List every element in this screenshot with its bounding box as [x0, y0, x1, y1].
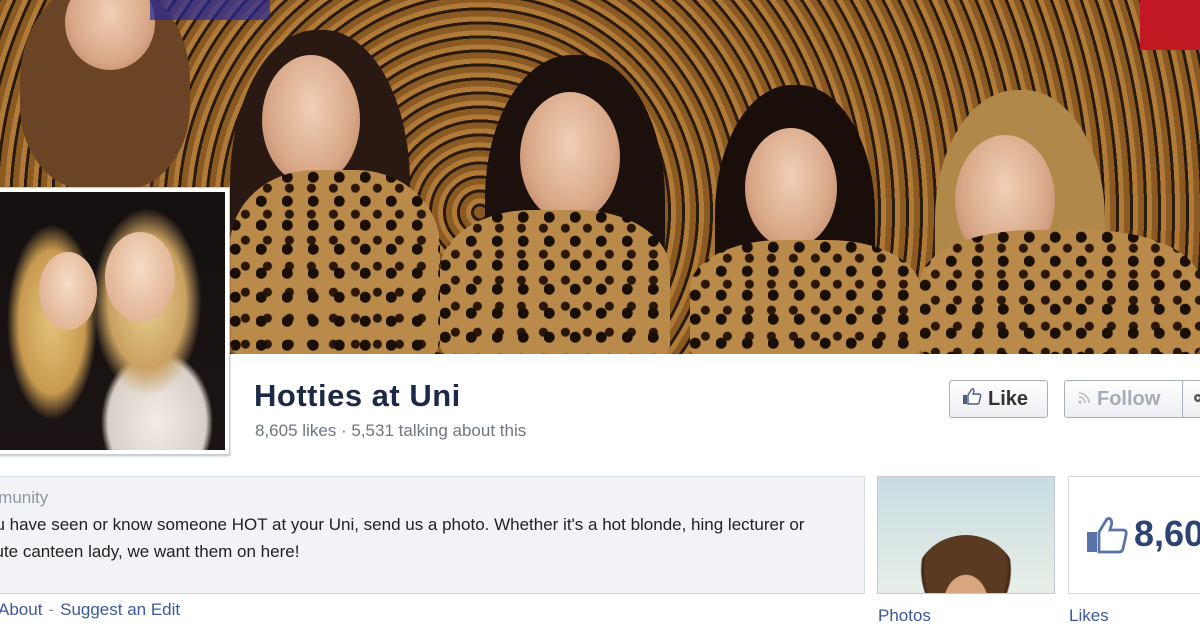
about-link[interactable]: About	[0, 600, 42, 619]
follow-button-label: Follow	[1097, 387, 1161, 410]
likes-count: 8,60	[1134, 513, 1200, 554]
page-title: Hotties at Uni	[254, 378, 461, 413]
about-description: ou have seen or know someone HOT at your…	[0, 515, 805, 561]
like-button-label: Like	[988, 387, 1029, 410]
rss-icon	[1077, 388, 1091, 411]
photos-tile[interactable]	[877, 476, 1055, 594]
thumbs-up-icon	[962, 387, 982, 411]
photos-link[interactable]: Photos	[878, 606, 931, 626]
page-stats: 8,605 likes · 5,531 talking about this	[255, 421, 527, 440]
photo-thumbnail	[914, 535, 1018, 593]
about-links: About - Suggest an Edit	[0, 600, 180, 620]
profile-picture-image	[0, 192, 225, 450]
follow-button[interactable]: Follow	[1064, 380, 1186, 418]
settings-button[interactable]	[1182, 380, 1200, 418]
like-button[interactable]: Like	[949, 380, 1048, 418]
likes-link[interactable]: Likes	[1069, 606, 1109, 626]
link-separator: -	[48, 600, 55, 619]
page-category: mmunity	[0, 488, 49, 507]
suggest-edit-link[interactable]: Suggest an Edit	[60, 600, 180, 619]
profile-picture[interactable]	[0, 187, 230, 455]
thumbs-up-icon	[1085, 516, 1129, 559]
gear-icon	[1191, 388, 1200, 411]
